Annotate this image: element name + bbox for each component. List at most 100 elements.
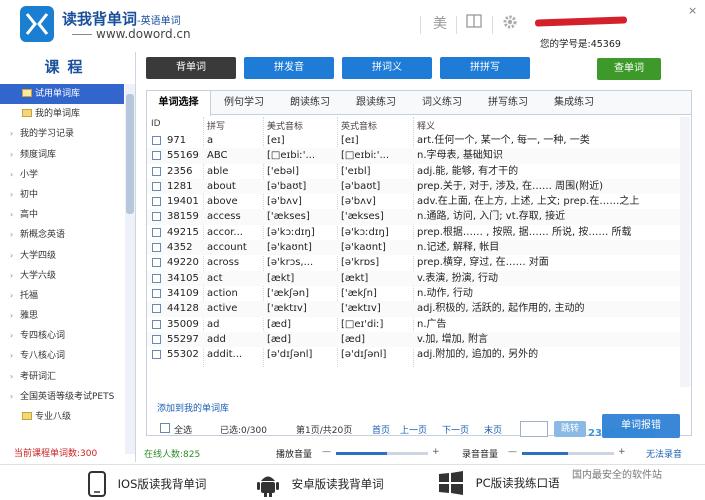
sidebar-scroll-thumb[interactable]: [126, 94, 134, 214]
first-page-link[interactable]: 首页: [372, 423, 390, 436]
expand-arrow-icon[interactable]: ›: [10, 367, 20, 387]
tab-0[interactable]: 单词选择: [147, 91, 211, 116]
spell-sound-button[interactable]: 拼发音: [244, 57, 334, 79]
row-checkbox[interactable]: [152, 197, 161, 207]
row-checkbox[interactable]: [152, 151, 161, 161]
row-checkbox[interactable]: [152, 319, 161, 329]
row-checkbox[interactable]: [152, 181, 161, 191]
tab-1[interactable]: 例句学习: [211, 91, 277, 115]
table-row[interactable]: 49220 across [ə'krɔs,... [ə'krɒs] prep.横穿, 穿…: [147, 255, 691, 270]
ios-app-link[interactable]: IOS版读我背单词: [88, 471, 206, 497]
memorize-button[interactable]: 背单词: [146, 57, 236, 79]
expand-arrow-icon[interactable]: ›: [10, 145, 20, 165]
expand-arrow-icon[interactable]: ›: [10, 286, 20, 306]
sidebar-item[interactable]: › 新概念英语: [0, 225, 124, 245]
table-row[interactable]: 55297 add [æd] [æd] v.加, 增加, 附言: [147, 331, 691, 348]
tab-3[interactable]: 跟读练习: [343, 91, 409, 115]
sidebar-item[interactable]: › 考研词汇: [0, 367, 124, 387]
row-checkbox[interactable]: [152, 136, 161, 145]
row-checkbox[interactable]: [152, 258, 161, 268]
expand-arrow-icon[interactable]: ›: [10, 306, 20, 326]
expand-arrow-icon[interactable]: ›: [10, 165, 20, 185]
table-row[interactable]: 55169 ABC [□eɪbiː'... [□eɪbiː'... n.字母表, 基础知…: [147, 148, 691, 164]
table-row[interactable]: 4352 account [ə'kaʊnt] [ə'kaʊnt] n.记述, 解释, 帐…: [147, 240, 691, 256]
android-app-link[interactable]: 安卓版读我背单词: [256, 471, 384, 497]
row-checkbox[interactable]: [152, 334, 161, 344]
sidebar-item[interactable]: › 小学: [0, 165, 124, 185]
select-all-label[interactable]: 全选: [174, 423, 192, 436]
record-volume-minus[interactable]: —: [508, 447, 517, 457]
sidebar-item[interactable]: › 全国英语等级考试PETS: [0, 387, 124, 407]
table-row[interactable]: 38159 access ['ækses] ['ækses] n.通路, 访问, 入门;…: [147, 209, 691, 225]
sidebar-item[interactable]: › 大学六级: [0, 266, 124, 286]
skin-icon[interactable]: 美: [430, 14, 450, 34]
record-volume-slider[interactable]: [522, 452, 614, 455]
expand-arrow-icon[interactable]: ›: [10, 326, 20, 346]
tab-2[interactable]: 朗读练习: [277, 91, 343, 115]
next-page-link[interactable]: 下一页: [442, 423, 469, 436]
table-row[interactable]: 971 a [eɪ] [eɪ] art.任何一个, 某一个, 每一, 一种, 一类: [147, 133, 691, 148]
tab-6[interactable]: 集成练习: [541, 91, 607, 115]
select-all-checkbox[interactable]: [160, 423, 170, 433]
lookup-word-button[interactable]: 查单词: [597, 58, 661, 80]
expand-arrow-icon[interactable]: ›: [10, 266, 20, 286]
pc-app-link[interactable]: PC版读我练口语: [438, 471, 560, 497]
table-row[interactable]: 55302 addit... [ə'dɪʃənl] [ə'dɪʃənl] adj.附加的…: [147, 347, 691, 362]
sidebar-item[interactable]: 专业八级: [0, 407, 124, 427]
row-checkbox[interactable]: [152, 288, 161, 298]
table-scrollbar[interactable]: [680, 117, 690, 387]
last-page-link[interactable]: 末页: [484, 423, 502, 436]
sidebar-item[interactable]: › 大学四级: [0, 246, 124, 266]
add-to-my-library-link[interactable]: 添加到我的单词库: [157, 401, 229, 414]
expand-arrow-icon[interactable]: ›: [10, 185, 20, 205]
table-row[interactable]: 49215 accor... [ə'kɔːdɪŋ] [ə'kɔːdɪŋ] prep.根据…: [147, 225, 691, 240]
gear-icon[interactable]: [500, 14, 520, 34]
sidebar-item[interactable]: › 频度词库: [0, 145, 124, 165]
row-checkbox[interactable]: [152, 350, 161, 360]
spell-meaning-button[interactable]: 拼词义: [342, 57, 432, 79]
row-uk-phonetic: [eɪ]: [341, 135, 359, 146]
row-checkbox[interactable]: [152, 273, 161, 283]
goto-page-input[interactable]: [520, 421, 548, 437]
sidebar-item[interactable]: › 雅思: [0, 306, 124, 326]
expand-arrow-icon[interactable]: ›: [10, 124, 20, 144]
sidebar-item[interactable]: › 高中: [0, 205, 124, 225]
book-icon[interactable]: [464, 14, 484, 34]
expand-arrow-icon[interactable]: ›: [10, 387, 20, 407]
expand-arrow-icon[interactable]: ›: [10, 346, 20, 366]
sidebar-item[interactable]: 我的单词库: [0, 104, 124, 124]
play-volume-plus[interactable]: +: [432, 447, 440, 457]
expand-arrow-icon[interactable]: ›: [10, 246, 20, 266]
prev-page-link[interactable]: 上一页: [400, 423, 427, 436]
table-row[interactable]: 44128 active ['æktɪv] ['æktɪv] adj.积极的, 活跃的,…: [147, 301, 691, 317]
row-checkbox[interactable]: [152, 227, 161, 237]
row-id: 49220: [167, 257, 199, 269]
record-volume-plus[interactable]: +: [618, 447, 626, 457]
play-volume-slider[interactable]: [336, 452, 428, 455]
expand-arrow-icon[interactable]: ›: [10, 225, 20, 245]
table-row[interactable]: 34109 action ['ækʃən] ['ækʃn] n.动作, 行动: [147, 286, 691, 301]
close-icon[interactable]: ×: [688, 4, 697, 17]
table-row[interactable]: 35009 ad [æd] [□eɪ'diː] n.广告: [147, 317, 691, 332]
tab-4[interactable]: 词义练习: [409, 91, 475, 115]
row-checkbox[interactable]: [152, 166, 161, 176]
sidebar-item[interactable]: › 初中: [0, 185, 124, 205]
goto-page-button[interactable]: 跳转: [554, 421, 586, 437]
sidebar-item[interactable]: 试用单词库: [0, 84, 124, 105]
tab-5[interactable]: 拼写练习: [475, 91, 541, 115]
row-checkbox[interactable]: [152, 304, 161, 314]
row-checkbox[interactable]: [152, 243, 161, 253]
sidebar-item[interactable]: › 我的学习记录: [0, 124, 124, 144]
sidebar-item[interactable]: › 托福: [0, 286, 124, 306]
table-row[interactable]: 1281 about [ə'baʊt] [ə'baʊt] prep.关于, 对于, 涉及…: [147, 178, 691, 195]
row-checkbox[interactable]: [152, 212, 161, 222]
table-row[interactable]: 2356 able ['ebəl] ['eɪbl] adj.能, 能够, 有才干的: [147, 164, 691, 179]
play-volume-minus[interactable]: —: [322, 447, 331, 457]
spell-write-button[interactable]: 拼拼写: [440, 57, 530, 79]
table-row[interactable]: 34105 act [ækt] [ækt] v.表演, 扮演, 行动: [147, 270, 691, 286]
expand-arrow-icon[interactable]: ›: [10, 205, 20, 225]
sidebar-item[interactable]: › 专八核心词: [0, 346, 124, 366]
sidebar-item[interactable]: › 专四核心词: [0, 326, 124, 346]
sidebar-scrollbar[interactable]: [125, 84, 135, 454]
table-row[interactable]: 19401 above [ə'bʌv] [ə'bʌv] adv.在上面, 在上方, 上述…: [147, 194, 691, 209]
